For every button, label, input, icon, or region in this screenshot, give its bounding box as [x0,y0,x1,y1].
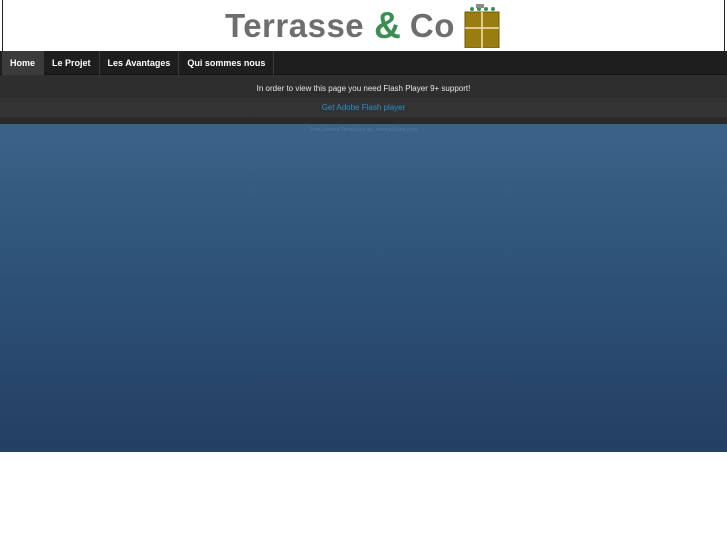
flash-required-message: In order to view this page you need Flas… [256,84,471,93]
site-logo[interactable]: Terrasse & Co [225,4,500,48]
main-content-area: Free Joomla Templates by JoomlaShine.com [0,124,727,452]
flash-notice: In order to view this page you need Flas… [0,75,727,124]
get-flash-player-link[interactable]: Get Adobe Flash player [322,103,406,112]
logo-word-terrasse: Terrasse [225,7,365,44]
gate-box-icon [464,4,500,48]
nav-item-le-projet[interactable]: Le Projet [44,51,100,75]
main-navigation: Home Le Projet Les Avantages Qui sommes … [0,51,727,75]
nav-item-qui-sommes-nous[interactable]: Qui sommes nous [179,51,275,75]
logo-word-co: Co [409,7,455,44]
nav-item-home[interactable]: Home [2,51,45,75]
logo-ampersand: & [374,5,401,46]
flash-link-row: Get Adobe Flash player [0,98,727,117]
template-credit-link[interactable]: Free Joomla Templates by JoomlaShine.com [0,127,727,133]
site-header: Terrasse & Co [2,0,725,51]
nav-item-les-avantages[interactable]: Les Avantages [100,51,180,75]
